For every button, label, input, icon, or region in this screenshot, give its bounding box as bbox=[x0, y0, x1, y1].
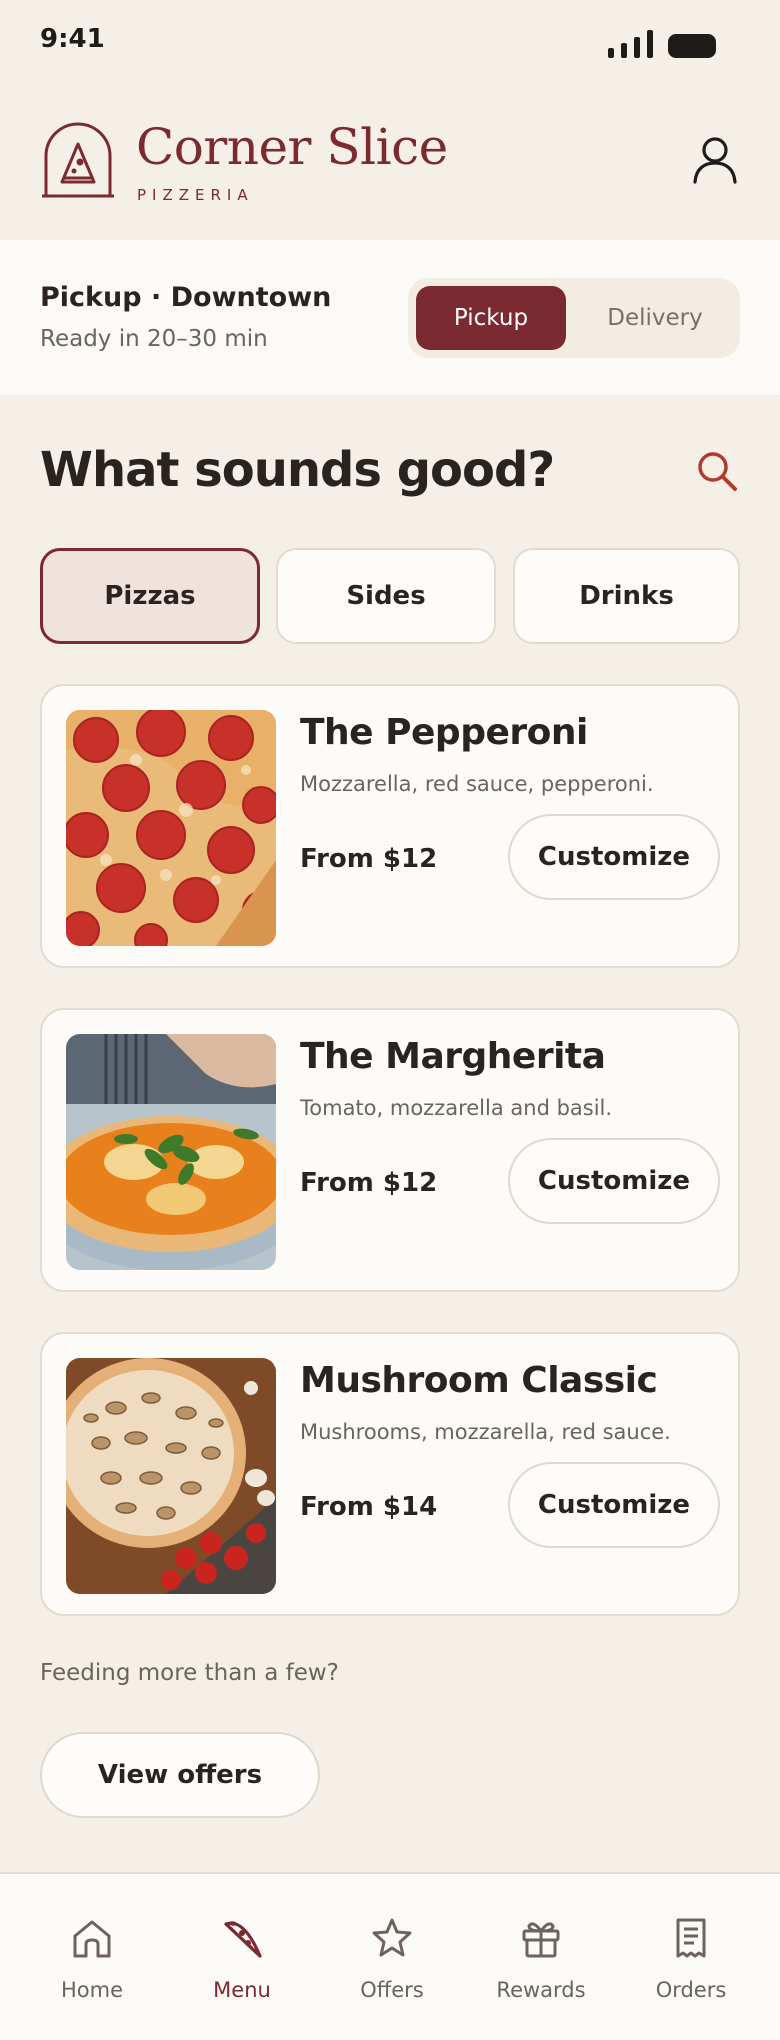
account-icon[interactable] bbox=[690, 134, 740, 186]
offers-prompt: Feeding more than a few? bbox=[40, 1660, 339, 1686]
customize-button[interactable]: Customize bbox=[508, 814, 720, 900]
pizza-slice-icon bbox=[224, 1921, 262, 1958]
signal-bar bbox=[634, 37, 640, 58]
menu-item-price: From $12 bbox=[300, 1168, 438, 1198]
signal-bar bbox=[647, 30, 653, 58]
receipt-icon bbox=[676, 1918, 706, 1958]
status-time: 9:41 bbox=[40, 24, 105, 54]
view-offers-button[interactable]: View offers bbox=[40, 1732, 320, 1818]
nav-label: Offers bbox=[360, 1978, 424, 2002]
signal-icon bbox=[608, 48, 614, 58]
nav-item-home[interactable]: Home bbox=[17, 1874, 167, 2040]
customize-button[interactable]: Customize bbox=[508, 1138, 720, 1224]
nav-item-offers[interactable]: Offers bbox=[317, 1874, 467, 2040]
menu-item-card[interactable]: The Margherita Tomato, mozzarella and ba… bbox=[40, 1008, 740, 1292]
customize-button[interactable]: Customize bbox=[508, 1462, 720, 1548]
star-icon bbox=[372, 1918, 412, 1957]
pickup-eta: Ready in 20–30 min bbox=[40, 326, 268, 352]
status-icons bbox=[608, 30, 716, 58]
brand-subtitle: PIZZERIA bbox=[137, 186, 254, 204]
menu-item-card[interactable]: Mushroom Classic Mushrooms, mozzarella, … bbox=[40, 1332, 740, 1616]
menu-item-price: From $12 bbox=[300, 844, 438, 874]
battery-icon bbox=[668, 34, 716, 58]
tab-pizzas[interactable]: Pizzas bbox=[40, 548, 260, 644]
nav-label: Orders bbox=[655, 1978, 727, 2002]
nav-item-menu[interactable]: Menu bbox=[167, 1874, 317, 2040]
menu-item-card[interactable]: The Pepperoni Mozzarella, red sauce, pep… bbox=[40, 684, 740, 968]
home-icon bbox=[73, 1920, 111, 1958]
bottom-nav: Home Menu Offers Rewards Orders bbox=[0, 1872, 780, 2040]
menu-item-name: The Margherita bbox=[300, 1036, 606, 1077]
mushroom-pizza-photo bbox=[66, 1358, 276, 1594]
nav-label: Rewards bbox=[496, 1978, 586, 2002]
pickup-location[interactable]: Pickup · Downtown bbox=[40, 282, 331, 313]
page-title: What sounds good? bbox=[40, 442, 555, 498]
logo-icon bbox=[42, 122, 114, 198]
nav-item-rewards[interactable]: Rewards bbox=[466, 1874, 616, 2040]
menu-item-price: From $14 bbox=[300, 1492, 438, 1522]
gift-icon bbox=[522, 1922, 560, 1958]
nav-item-orders[interactable]: Orders bbox=[616, 1874, 766, 2040]
menu-item-name: Mushroom Classic bbox=[300, 1360, 658, 1401]
brand-name: Corner Slice bbox=[136, 118, 448, 176]
nav-label: Menu bbox=[213, 1978, 271, 2002]
pickup-option[interactable]: Pickup bbox=[416, 286, 566, 350]
margherita-pizza-photo bbox=[66, 1034, 276, 1270]
menu-item-description: Mushrooms, mozzarella, red sauce. bbox=[300, 1420, 671, 1444]
tab-drinks[interactable]: Drinks bbox=[513, 548, 740, 644]
menu-item-description: Mozzarella, red sauce, pepperoni. bbox=[300, 772, 654, 796]
search-icon[interactable] bbox=[694, 448, 740, 494]
menu-item-description: Tomato, mozzarella and basil. bbox=[300, 1096, 613, 1120]
pepperoni-pizza-photo bbox=[66, 710, 276, 946]
status-bar: 9:41 bbox=[0, 0, 780, 80]
menu-item-name: The Pepperoni bbox=[300, 712, 588, 753]
nav-label: Home bbox=[60, 1978, 123, 2002]
delivery-option[interactable]: Delivery bbox=[578, 286, 732, 350]
tab-sides[interactable]: Sides bbox=[276, 548, 496, 644]
signal-bar bbox=[621, 43, 627, 58]
order-mode-toggle: Pickup Delivery bbox=[408, 278, 740, 358]
